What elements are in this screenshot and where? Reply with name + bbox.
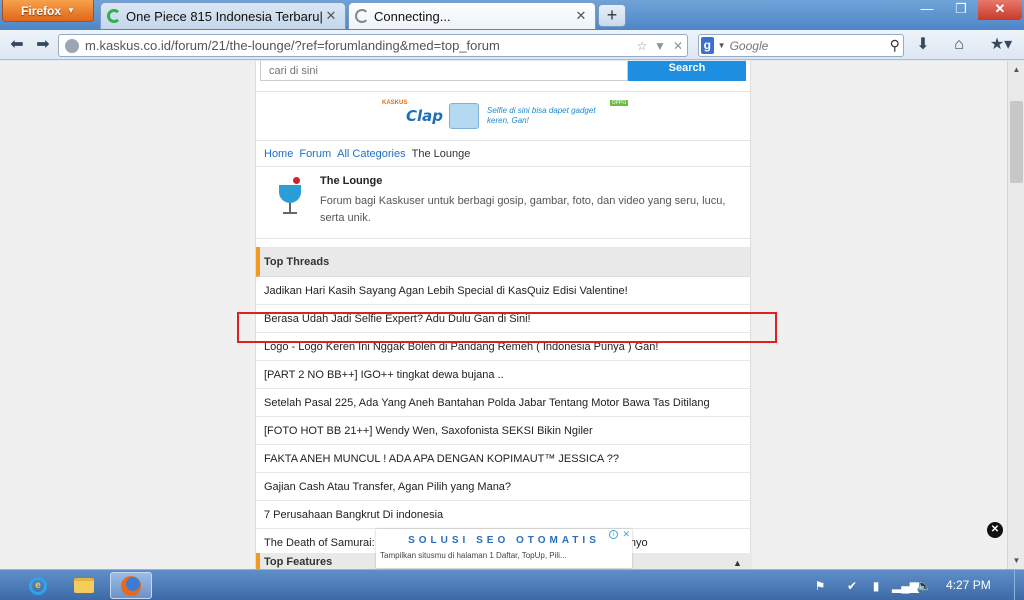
scroll-thumb[interactable] <box>1010 101 1023 183</box>
clap-ad[interactable]: KASKUS Clap Selfie di sini bisa dapet ga… <box>378 98 628 134</box>
breadcrumb-all-categories[interactable]: All Categories <box>337 148 405 160</box>
forum-description: Forum bagi Kaskuser untuk berbagi gosip,… <box>320 195 726 224</box>
thread-item[interactable]: Gajian Cash Atau Transfer, Agan Pilih ya… <box>256 473 750 501</box>
highlight-box <box>237 312 777 343</box>
thread-item[interactable]: [PART 2 NO BB++] IGO++ tingkat dewa buja… <box>256 361 750 389</box>
download-icon[interactable]: ⬇ <box>910 34 936 56</box>
close-tab-icon[interactable]: ✕ <box>573 8 589 24</box>
search-icon[interactable]: ⚲ <box>887 37 903 54</box>
title-bar: Firefox ▼ One Piece 815 Indonesia Terbar… <box>0 0 1024 30</box>
cocktail-glass-icon <box>276 177 306 221</box>
new-tab-button[interactable]: + <box>598 4 626 27</box>
restore-button[interactable]: ❐ <box>946 0 976 20</box>
ad-badge: KASKUS <box>382 100 408 106</box>
close-ad-button[interactable]: ✕ <box>987 522 1003 538</box>
back-arrow-icon[interactable]: ⬅ <box>6 34 28 56</box>
thread-item[interactable]: [FOTO HOT BB 21++] Wendy Wen, Saxofonist… <box>256 417 750 445</box>
ad-text: Selfie di sini bisa dapet gadget keren, … <box>487 106 596 125</box>
breadcrumb-current: The Lounge <box>411 147 471 160</box>
close-icon[interactable]: ✕ <box>622 529 630 540</box>
file-explorer-icon[interactable] <box>64 572 104 599</box>
chevron-down-icon[interactable]: ▼ <box>718 41 726 50</box>
chevron-down-icon: ▼ <box>67 6 75 15</box>
show-desktop-button[interactable] <box>1014 570 1024 600</box>
scroll-up-icon[interactable]: ▲ <box>1008 61 1024 78</box>
tab-connecting[interactable]: Connecting... ✕ <box>348 2 596 29</box>
minimize-button[interactable]: — <box>912 0 942 20</box>
volume-icon[interactable]: 🔈 <box>916 578 932 594</box>
seo-ad-overlay[interactable]: SOLUSI SEO OTOMATIS Tampilkan situsmu di… <box>376 529 632 568</box>
seo-ad-title: SOLUSI SEO OTOMATIS <box>408 535 600 546</box>
vertical-scrollbar[interactable]: ▲ ▼ <box>1007 61 1024 569</box>
thread-item[interactable]: 7 Perusahaan Bangkrut Di indonesia <box>256 501 750 529</box>
ad-banner[interactable]: KASKUS Clap Selfie di sini bisa dapet ga… <box>256 91 750 141</box>
navigation-bar: ⬅ ➡ m.kaskus.co.id/forum/21/the-lounge/?… <box>0 30 1024 60</box>
scroll-down-icon[interactable]: ▼ <box>1008 552 1024 569</box>
tab-one-piece[interactable]: One Piece 815 Indonesia Terbaru|Bac... ✕ <box>100 2 346 29</box>
breadcrumb: Home Forum All Categories The Lounge <box>256 141 750 167</box>
thread-item[interactable]: Jadikan Hari Kasih Sayang Agan Lebih Spe… <box>256 277 750 305</box>
scroll-to-top-icon[interactable]: ▲ <box>733 558 742 568</box>
page-search-button[interactable]: Search <box>628 61 746 81</box>
firefox-menu-label: Firefox <box>21 3 62 18</box>
ad-brand: Clap <box>406 107 444 125</box>
breadcrumb-forum[interactable]: Forum <box>299 148 331 160</box>
flag-icon[interactable]: ⚑ <box>812 578 828 594</box>
ad-corner-logo: OPPO <box>610 100 628 106</box>
loading-icon <box>107 9 121 23</box>
device-icon[interactable]: ▮ <box>868 578 884 594</box>
close-window-button[interactable]: ✕ <box>978 0 1022 20</box>
bookmarks-icon[interactable]: ★▾ <box>984 34 1018 56</box>
tab-title: One Piece 815 Indonesia Terbaru|Bac... <box>126 8 323 24</box>
globe-icon <box>65 38 79 53</box>
thread-item[interactable]: FAKTA ANEH MUNCUL ! ADA APA DENGAN KOPIM… <box>256 445 750 473</box>
firefox-menu-button[interactable]: Firefox ▼ <box>2 0 94 22</box>
network-signal-icon[interactable]: ▂▄▆ <box>892 578 919 594</box>
seo-ad-text: Tampilkan situsmu di halaman 1 Daftar, T… <box>380 551 567 560</box>
home-icon[interactable]: ⌂ <box>946 34 972 56</box>
forward-arrow-icon[interactable]: ➡ <box>32 34 54 56</box>
info-icon[interactable]: i <box>609 530 618 539</box>
close-tab-icon[interactable]: ✕ <box>323 8 339 24</box>
phone-icon <box>449 103 480 129</box>
security-icon[interactable]: ✔ <box>844 578 860 594</box>
stop-icon[interactable]: ✕ <box>669 39 687 53</box>
tab-title: Connecting... <box>374 8 451 24</box>
search-bar[interactable]: g ▼ ⚲ <box>698 34 904 57</box>
breadcrumb-home[interactable]: Home <box>264 148 293 160</box>
page-search-input[interactable] <box>260 61 628 81</box>
page-search-row: Search <box>256 61 750 81</box>
address-bar[interactable]: m.kaskus.co.id/forum/21/the-lounge/?ref=… <box>58 34 688 57</box>
google-icon[interactable]: g <box>701 37 714 54</box>
forum-info: The Lounge Forum bagi Kaskuser untuk ber… <box>256 167 750 239</box>
search-input[interactable] <box>729 38 887 53</box>
top-threads-heading: Top Threads <box>256 247 750 277</box>
internet-explorer-icon[interactable]: e <box>18 572 58 599</box>
clock[interactable]: 4:27 PM <box>946 578 991 592</box>
firefox-taskbar-icon[interactable] <box>110 572 152 599</box>
taskbar: e ⚑ ✔ ▮ ▂▄▆ 🔈 4:27 PM <box>0 569 1024 600</box>
bookmark-star-icon[interactable]: ☆ <box>633 39 651 53</box>
loading-icon <box>355 9 369 23</box>
thread-item-highlighted[interactable]: Setelah Pasal 225, Ada Yang Aneh Bantaha… <box>256 389 750 417</box>
dropdown-arrow-icon[interactable]: ▼ <box>651 39 669 53</box>
url-text[interactable]: m.kaskus.co.id/forum/21/the-lounge/?ref=… <box>85 38 633 53</box>
forum-title: The Lounge <box>320 175 383 187</box>
